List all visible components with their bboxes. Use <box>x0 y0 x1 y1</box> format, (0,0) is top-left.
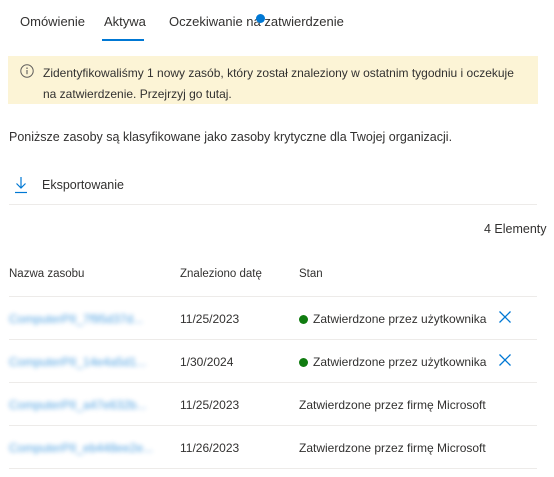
banner-review-link[interactable]: Przejrzyj go tutaj. <box>140 87 232 101</box>
table-row[interactable]: ComputerPII_a47e632b... 11/25/2023 Zatwi… <box>9 382 537 425</box>
close-icon[interactable] <box>498 353 512 367</box>
tab-overview[interactable]: Omówienie <box>20 14 85 29</box>
item-count: 4 Elementy <box>484 222 547 236</box>
status-text: Zatwierdzone przez użytkownika <box>313 355 487 369</box>
asset-name-link[interactable]: ComputerPII_a47e632b... <box>9 398 146 412</box>
divider <box>9 204 537 205</box>
status-dot-approved <box>299 314 308 324</box>
status-text: Zatwierdzone przez firmę Microsoft <box>299 398 486 412</box>
tab-bar: Omówienie Aktywa Oczekiwanie na zatwierd… <box>0 0 554 44</box>
active-tab-indicator <box>102 39 144 41</box>
asset-name-link[interactable]: ComputerPII_14e4a5d1... <box>9 355 146 369</box>
status-cell: Zatwierdzone przez użytkownika <box>299 312 486 326</box>
found-date: 1/30/2024 <box>180 355 234 369</box>
status-cell: Zatwierdzone przez użytkownika <box>299 355 486 369</box>
found-date: 11/26/2023 <box>180 441 240 455</box>
column-header-status[interactable]: Stan <box>299 268 323 280</box>
export-label: Eksportowanie <box>42 178 124 192</box>
status-cell: Zatwierdzone przez firmę Microsoft <box>299 398 486 412</box>
download-icon <box>15 177 27 194</box>
asset-name-link[interactable]: ComputerPII_eb448ee2e... <box>9 441 153 455</box>
asset-name-link[interactable]: ComputerPII_7f95d37d... <box>9 312 143 326</box>
table-row[interactable]: ComputerPII_eb448ee2e... 11/26/2023 Zatw… <box>9 425 537 469</box>
status-dot-approved <box>299 357 308 367</box>
found-date: 11/25/2023 <box>180 312 240 326</box>
notification-dot <box>256 14 265 23</box>
found-date: 11/25/2023 <box>180 398 240 412</box>
banner-text: Zidentyfikowaliśmy 1 nowy zasób, który z… <box>43 66 514 101</box>
export-button[interactable]: Eksportowanie <box>14 174 124 196</box>
column-header-name[interactable]: Nazwa zasobu <box>9 268 84 280</box>
info-icon <box>20 64 34 78</box>
status-text: Zatwierdzone przez firmę Microsoft <box>299 441 486 455</box>
status-cell: Zatwierdzone przez firmę Microsoft <box>299 441 486 455</box>
tab-assets[interactable]: Aktywa <box>104 14 146 29</box>
info-banner: Zidentyfikowaliśmy 1 nowy zasób, który z… <box>8 56 538 104</box>
table-row[interactable]: ComputerPII_14e4a5d1... 1/30/2024 Zatwie… <box>9 339 537 382</box>
column-header-date[interactable]: Znaleziono datę <box>180 268 262 280</box>
status-text: Zatwierdzone przez użytkownika <box>313 312 487 326</box>
close-icon[interactable] <box>498 310 512 324</box>
table-row[interactable]: ComputerPII_7f95d37d... 11/25/2023 Zatwi… <box>9 296 537 339</box>
intro-text: Poniższe zasoby są klasyfikowane jako za… <box>9 130 453 144</box>
